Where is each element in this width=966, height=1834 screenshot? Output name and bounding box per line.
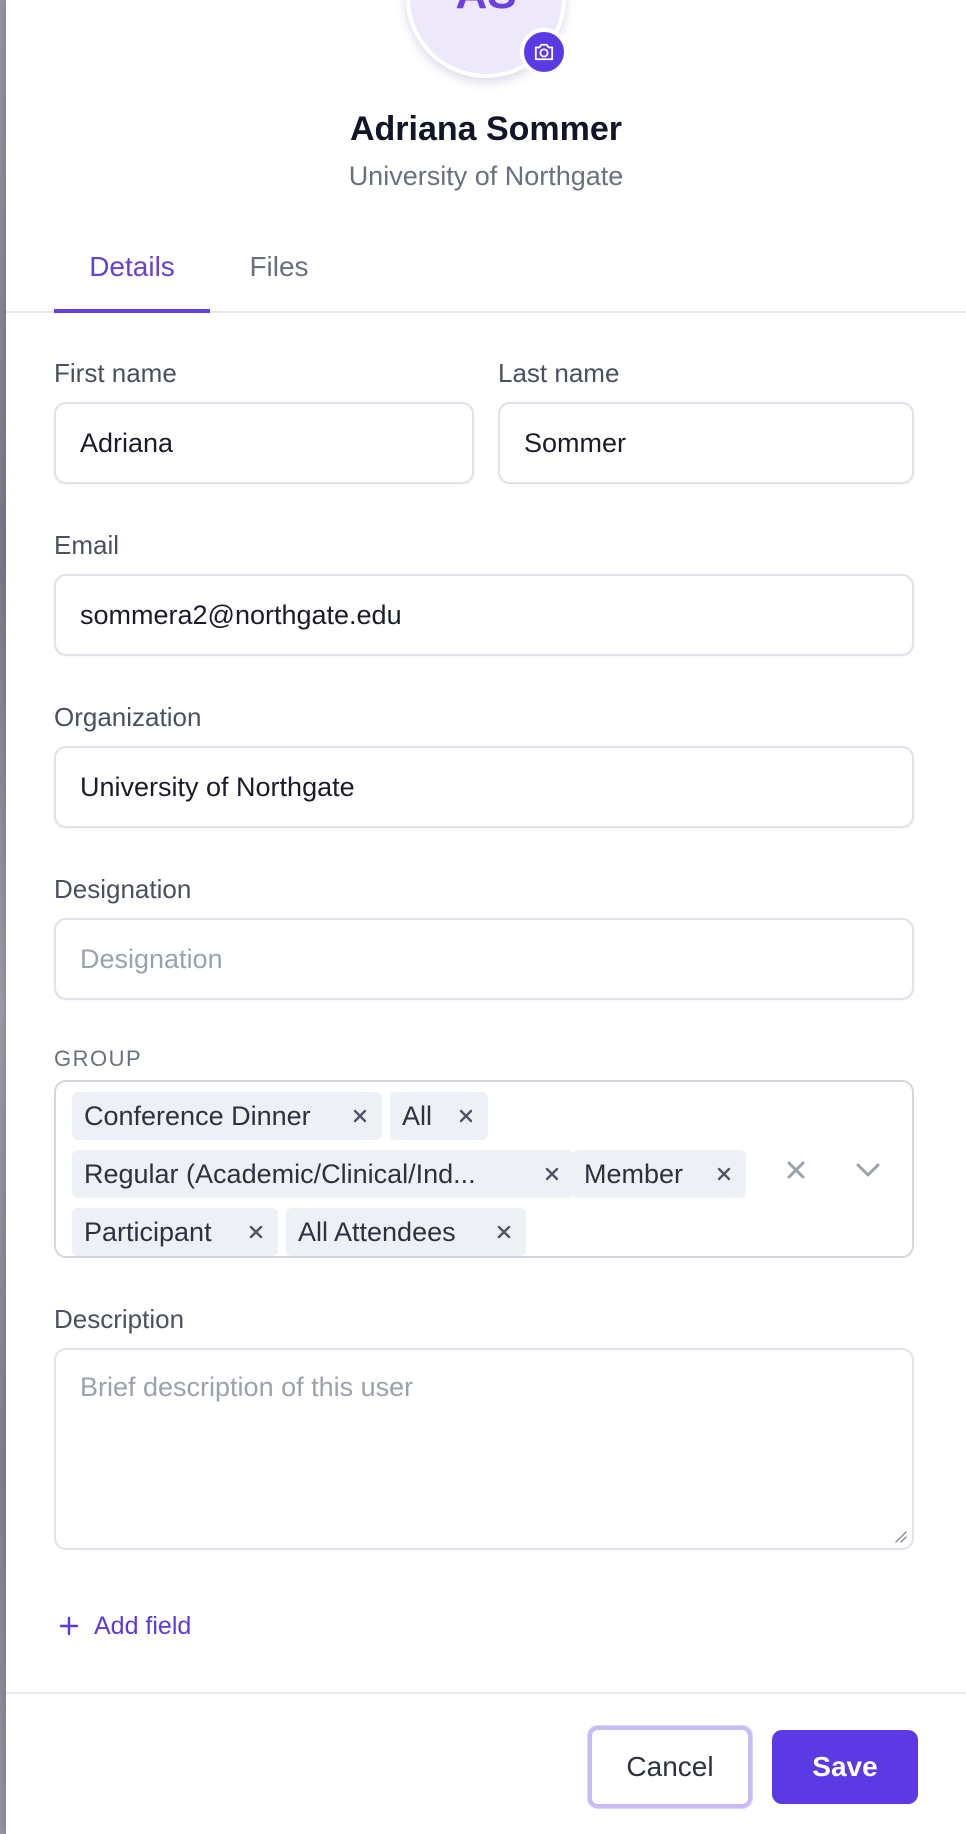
email-input[interactable]: sommera2@northgate.edu [54, 574, 914, 656]
plus-icon [59, 1616, 79, 1636]
remove-chip-button[interactable] [710, 1150, 738, 1198]
group-chip: All [390, 1092, 488, 1140]
group-chip: Member [572, 1150, 746, 1198]
user-organization: University of Northgate [348, 161, 624, 191]
save-button[interactable]: Save [772, 1730, 918, 1804]
first-name-input[interactable]: Adriana [54, 402, 474, 484]
add-field-label: Add field [94, 1611, 192, 1640]
close-icon [787, 1161, 805, 1179]
last-name-input[interactable]: Sommer [498, 402, 914, 484]
group-multiselect[interactable]: Conference Dinner All Regular (Academic/… [54, 1080, 914, 1258]
user-name: Adriana Sommer [349, 110, 623, 148]
clear-all-button[interactable] [776, 1150, 816, 1190]
chip-label: Member [584, 1158, 684, 1189]
avatar-initials: AS [455, 0, 516, 16]
close-icon [717, 1167, 731, 1181]
remove-chip-button[interactable] [490, 1208, 518, 1256]
remove-chip-button[interactable] [452, 1092, 480, 1140]
remove-chip-button[interactable] [242, 1208, 270, 1256]
group-chip: Participant [72, 1208, 278, 1256]
last-name-label: Last name [498, 358, 620, 388]
group-chip: Regular (Academic/Clinical/Ind... [72, 1150, 574, 1198]
chip-label: Regular (Academic/Clinical/Ind... [84, 1158, 476, 1189]
tab-files[interactable]: Files [236, 235, 322, 313]
description-textarea[interactable]: Brief description of this user [54, 1348, 914, 1550]
group-dropdown-toggle[interactable] [848, 1150, 888, 1190]
tab-bar: Details Files [6, 235, 966, 313]
close-icon [545, 1167, 559, 1181]
chip-label: Participant [84, 1216, 212, 1247]
chip-label: All Attendees [298, 1216, 456, 1247]
designation-input[interactable]: Designation [54, 918, 914, 1000]
camera-icon [534, 43, 554, 61]
add-field-button[interactable]: Add field [58, 1608, 191, 1644]
email-label: Email [54, 530, 120, 560]
chip-label: All [402, 1100, 433, 1131]
group-chip: All Attendees [286, 1208, 526, 1256]
close-icon [459, 1109, 473, 1123]
cancel-button[interactable]: Cancel [588, 1726, 752, 1808]
close-icon [497, 1225, 511, 1239]
organization-label: Organization [54, 702, 202, 732]
designation-label: Designation [54, 874, 192, 904]
group-label: GROUP [54, 1046, 143, 1071]
form-footer: Cancel Save [6, 1692, 966, 1834]
chip-label: Conference Dinner [84, 1100, 311, 1131]
change-photo-button[interactable] [520, 28, 568, 76]
chevron-down-icon [856, 1163, 880, 1177]
resize-handle-icon[interactable] [892, 1528, 908, 1544]
close-icon [353, 1109, 367, 1123]
description-placeholder: Brief description of this user [80, 1372, 414, 1402]
organization-input[interactable]: University of Northgate [54, 746, 914, 828]
tab-details[interactable]: Details [54, 235, 210, 313]
first-name-label: First name [54, 358, 177, 388]
remove-chip-button[interactable] [346, 1092, 374, 1140]
description-label: Description [54, 1304, 185, 1334]
group-chip: Conference Dinner [72, 1092, 382, 1140]
close-icon [249, 1225, 263, 1239]
remove-chip-button[interactable] [538, 1150, 566, 1198]
user-edit-panel: AS Adriana Sommer University of Northgat… [6, 0, 966, 1834]
